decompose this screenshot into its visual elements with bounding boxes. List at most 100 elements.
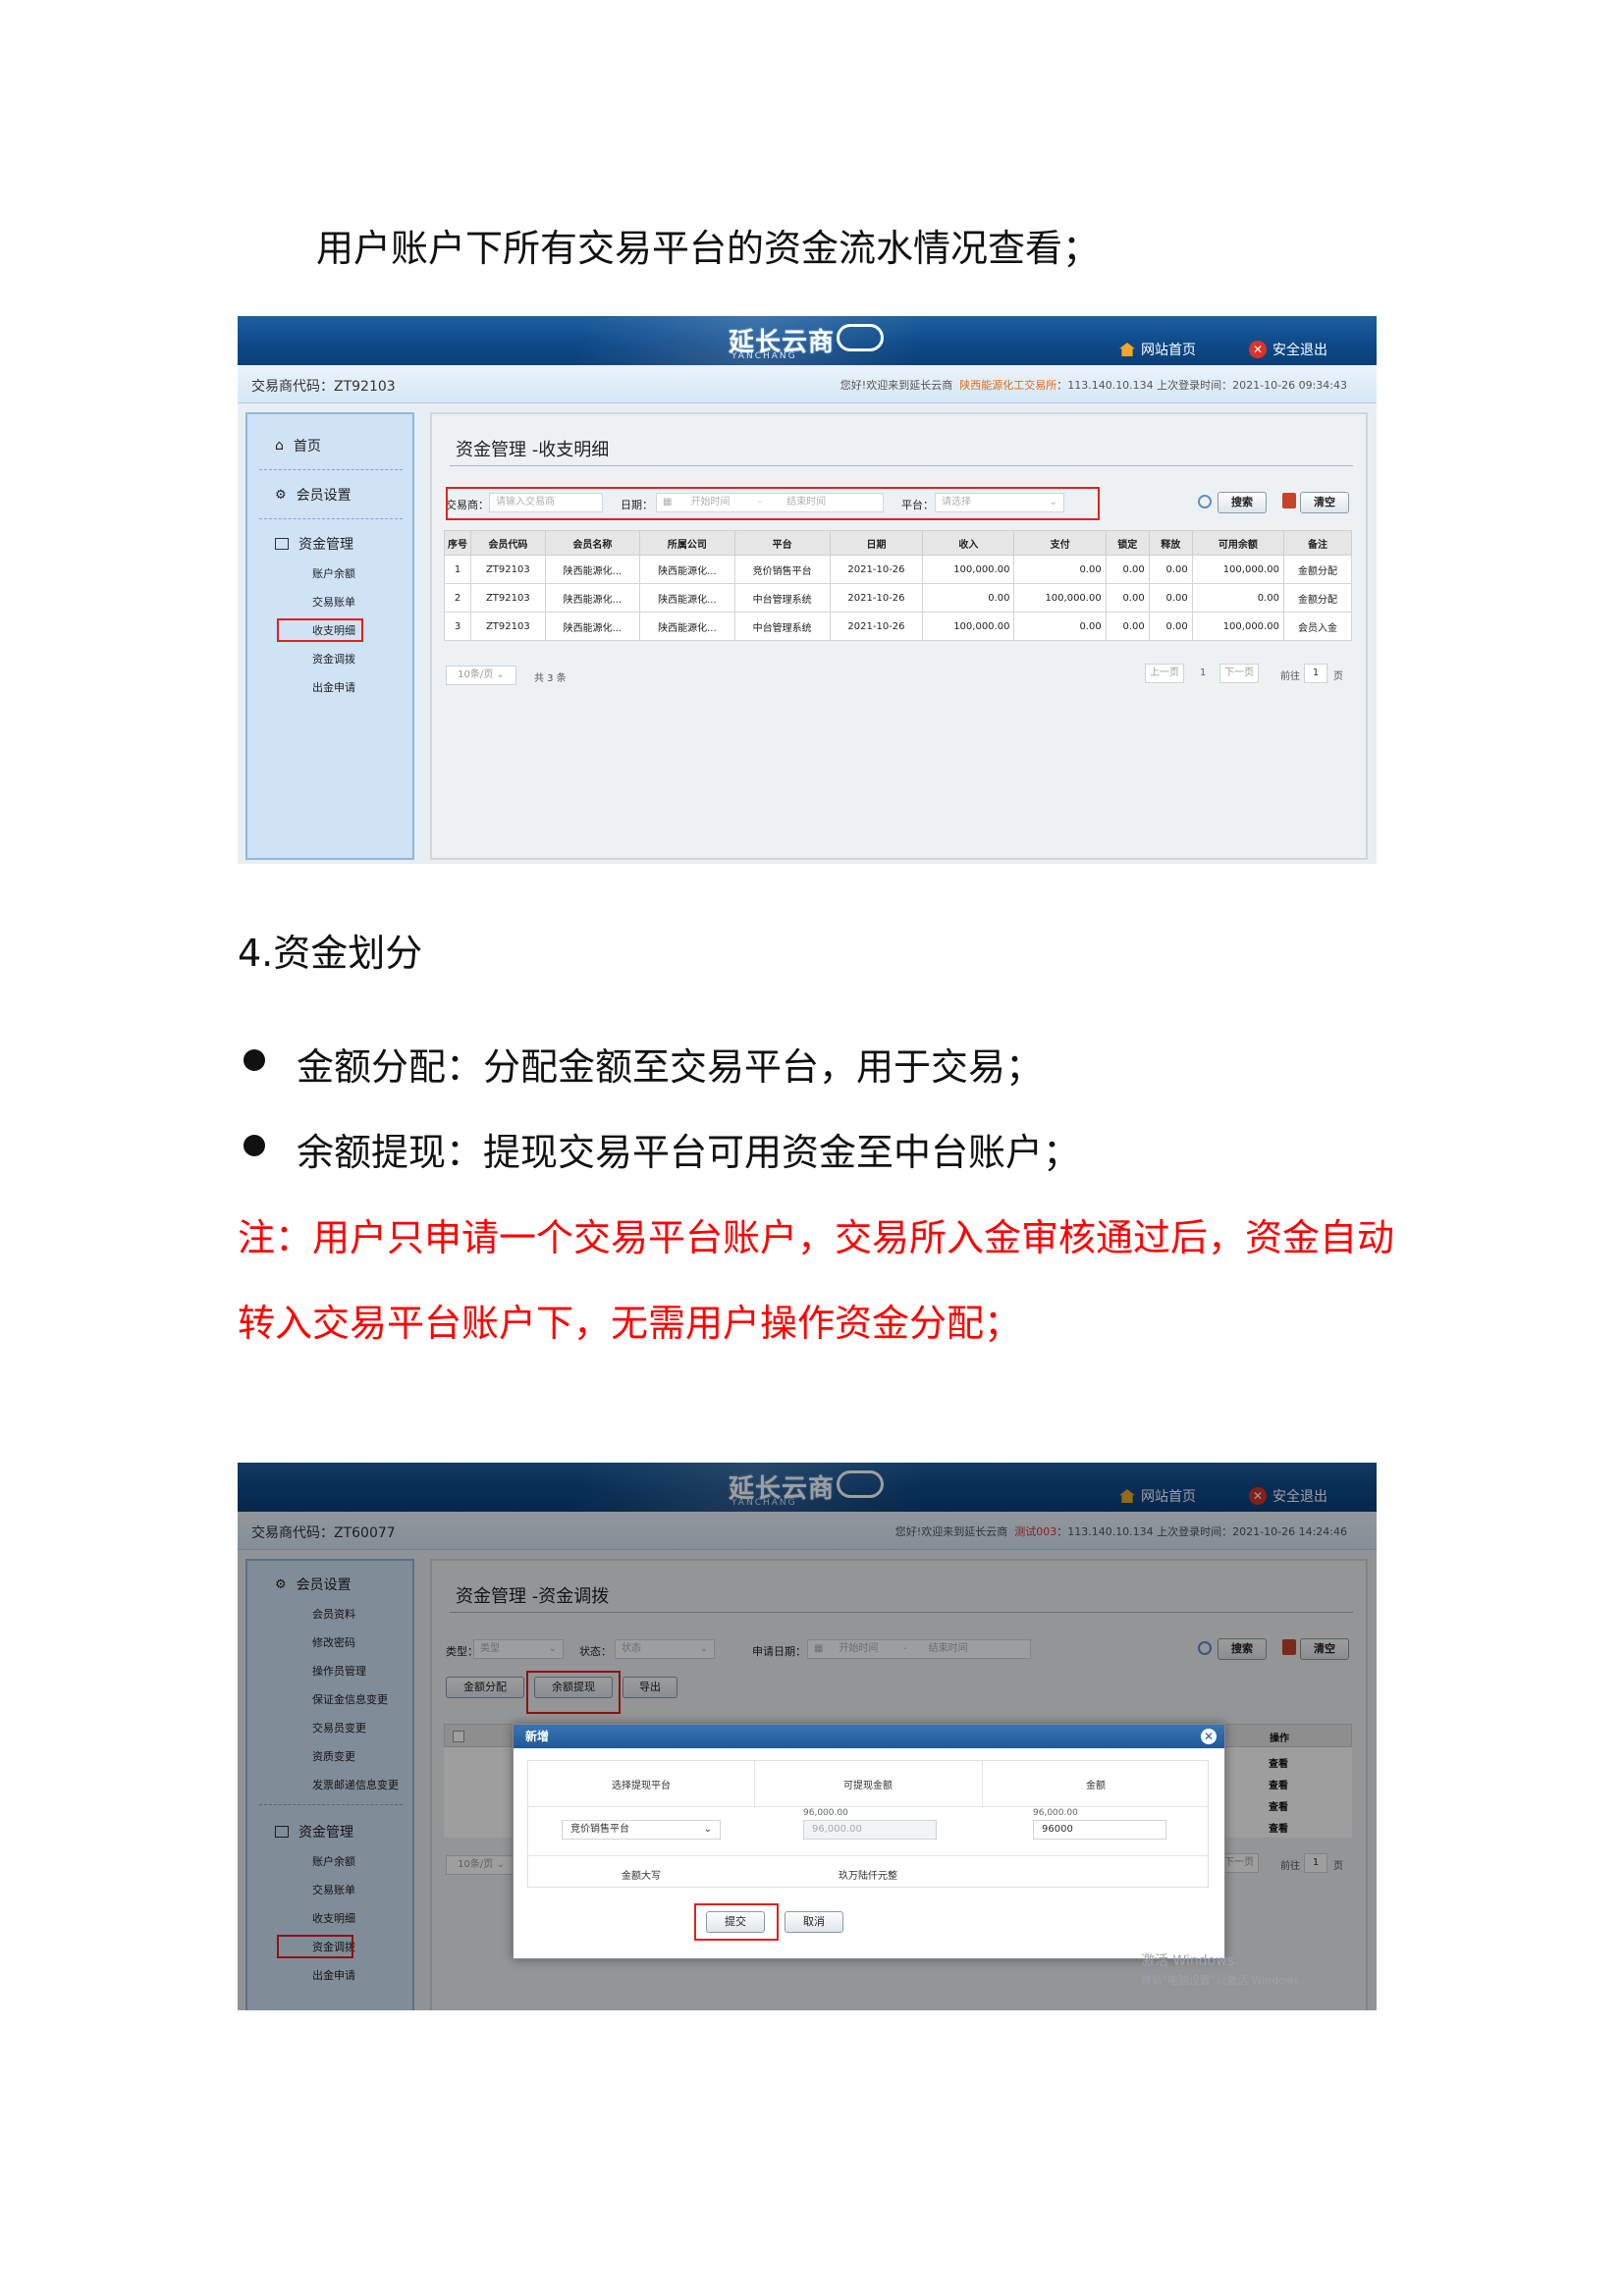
table-row[interactable]: 3 ZT92103 陕西能源化... 陕西能源化... 中台管理系统 2021-… [444,612,1353,641]
logout-link[interactable]: ✕ 安全退出 [1249,340,1327,359]
cell: 0.00 [1191,583,1284,613]
col-header: 锁定 [1105,530,1150,556]
chevron-down-icon: ⌄ [703,1824,712,1835]
ip-login-text: 113.140.10.134 上次登录时间：2021-10-26 09:34:4… [1067,379,1347,392]
logout-link-label: 安全退出 [1272,343,1327,358]
table-row[interactable]: 1 ZT92103 陕西能源化... 陕西能源化... 竞价销售平台 2021-… [444,555,1353,584]
col-header: 序号 [444,530,471,556]
cell: 陕西能源化... [544,612,641,641]
home-outline-icon: ⌂ [275,438,284,454]
cell: 2021-10-26 [829,555,924,584]
cell: 0.00 [1105,583,1150,613]
col-header: 所属公司 [639,530,735,556]
clear-button[interactable]: 清空 [1300,492,1349,513]
sidebar-home-label: 首页 [293,439,321,454]
close-icon[interactable]: ✕ [1201,1729,1217,1744]
trader-code: 交易商代码：ZT92103 [251,379,396,395]
cell: 1 [444,555,471,584]
home-link[interactable]: 网站首页 [1119,340,1196,359]
info-bar: 交易商代码：ZT92103 您好!欢迎来到延长云商 陕西能源化工交易所：113.… [238,365,1377,403]
platform-select[interactable]: 竞价销售平台 ⌄ [562,1820,721,1840]
sidebar-item-member-settings[interactable]: ⚙ 会员设置 [275,485,352,505]
col-header: 可用余额 [1191,530,1284,556]
main-panel: 资金管理 -收支明细 交易商： 请输入交易商 日期： ▦ 开始时间 - 结束时间… [430,412,1368,860]
col-header: 会员代码 [470,530,546,556]
col-platform-header: 选择提现平台 [612,1781,671,1791]
cell: 陕西能源化... [639,583,735,613]
cell: 100,000.00 [1013,583,1107,613]
filter-highlight-box [446,487,1100,520]
screenshot-income-detail: 延长云商 YANCHANG 网站首页 ✕ 安全退出 交易商代码：ZT92103 … [238,316,1377,864]
search-icon [1198,495,1212,508]
sidebar-fund-label: 资金管理 [298,537,353,553]
section-title: 4.资金划分 [238,932,423,975]
col-header: 释放 [1148,530,1193,556]
current-page[interactable]: 1 [1200,667,1206,678]
cell: 中台管理系统 [733,583,831,613]
capital-value: 玖万陆仟元整 [839,1871,897,1882]
cell: 3 [444,612,471,641]
available-amount-hint: 96,000.00 [803,1808,848,1818]
sidebar-item-balance[interactable]: 账户余额 [312,565,355,581]
sidebar-item-transfer[interactable]: 资金调拨 [312,651,355,667]
page-size-select[interactable]: 10条/页 ⌄ [446,666,516,685]
trash-icon [1282,493,1296,508]
cell: 2021-10-26 [829,583,924,613]
org-name: 陕西能源化工交易所 [959,379,1057,392]
card-icon [275,538,289,550]
goto-page-input[interactable]: 1 [1304,664,1327,683]
close-icon: ✕ [1249,341,1267,358]
page-size-value: 10条/页 [458,669,494,680]
note-line-1: 注：用户只申请一个交易平台账户，交易所入金审核通过后，资金自动 [238,1216,1395,1259]
col-header: 平台 [733,530,831,556]
sidebar-item-withdraw[interactable]: 出金申请 [312,679,355,695]
sidebar-item-home[interactable]: ⌂ 首页 [275,436,321,455]
cell: 金额分配 [1282,583,1353,613]
amount-hint: 96,000.00 [1033,1808,1078,1818]
table-header-row: 序号 会员代码 会员名称 所属公司 平台 日期 收入 支付 锁定 释放 可用余额… [444,530,1353,556]
prev-page-button[interactable]: 上一页 [1145,664,1184,683]
table-row[interactable]: 2 ZT92103 陕西能源化... 陕西能源化... 中台管理系统 2021-… [444,583,1353,613]
col-available-header: 可提现金额 [843,1781,893,1791]
cell: 陕西能源化... [544,555,641,584]
platform-value: 竞价销售平台 [570,1824,629,1835]
cell: 金额分配 [1282,555,1353,584]
sidebar-item-bill[interactable]: 交易账单 [312,594,355,610]
bullet-icon [244,1135,265,1156]
income-table: 序号 会员代码 会员名称 所属公司 平台 日期 收入 支付 锁定 释放 可用余额… [444,530,1353,641]
sidebar-item-fund-mgmt[interactable]: 资金管理 [275,534,353,554]
cell: 100,000.00 [922,612,1015,641]
note-line-2: 转入交易平台账户下，无需用户操作资金分配； [238,1302,1022,1345]
cell: 陕西能源化... [639,612,735,641]
dialog-form: 选择提现平台 可提现金额 金额 竞价销售平台 ⌄ 96,000.00 96,00… [527,1760,1209,1888]
cell: 0.00 [1105,612,1150,641]
amount-input[interactable]: 96000 [1033,1820,1166,1840]
cell: 0.00 [1148,583,1193,613]
cell: 2 [444,583,471,613]
col-header: 支付 [1013,530,1107,556]
cell: 0.00 [1013,555,1107,584]
sidebar: ⌂ 首页 ⚙ 会员设置 资金管理 账户余额 交易账单 收支明细 资金调拨 出金申… [245,412,414,860]
bullet-allocate: 金额分配：分配金额至交易平台，用于交易； [297,1045,1044,1089]
submit-highlight-box [694,1903,779,1941]
logo-cloud-icon [837,324,884,351]
cell: 陕西能源化... [639,555,735,584]
cell: ZT92103 [470,583,546,613]
bullet-icon [244,1049,265,1071]
cancel-button[interactable]: 取消 [785,1911,843,1933]
screenshot-fund-transfer: 延长云商 YANCHANG 网站首页 ✕ 安全退出 交易商代码：ZT60077 … [238,1463,1377,2010]
bullet-withdraw: 余额提现：提现交易平台可用资金至中台账户； [297,1131,1081,1174]
cell: 2021-10-26 [829,612,924,641]
col-header: 会员名称 [544,530,641,556]
next-page-button[interactable]: 下一页 [1219,664,1259,683]
home-link-label: 网站首页 [1141,343,1196,358]
capital-label: 金额大写 [622,1871,661,1882]
logo-subtitle: YANCHANG [731,351,797,361]
search-button[interactable]: 搜索 [1218,492,1267,513]
withdraw-dialog: 新增 ✕ 选择提现平台 可提现金额 金额 竞价销售平台 ⌄ 96,000.00 … [513,1724,1225,1959]
cell: 会员入金 [1282,612,1353,641]
login-info: 您好!欢迎来到延长云商 陕西能源化工交易所：113.140.10.134 上次登… [839,379,1347,392]
available-amount-field: 96,000.00 [803,1820,937,1840]
cell: 中台管理系统 [733,612,831,641]
cell: ZT92103 [470,612,546,641]
